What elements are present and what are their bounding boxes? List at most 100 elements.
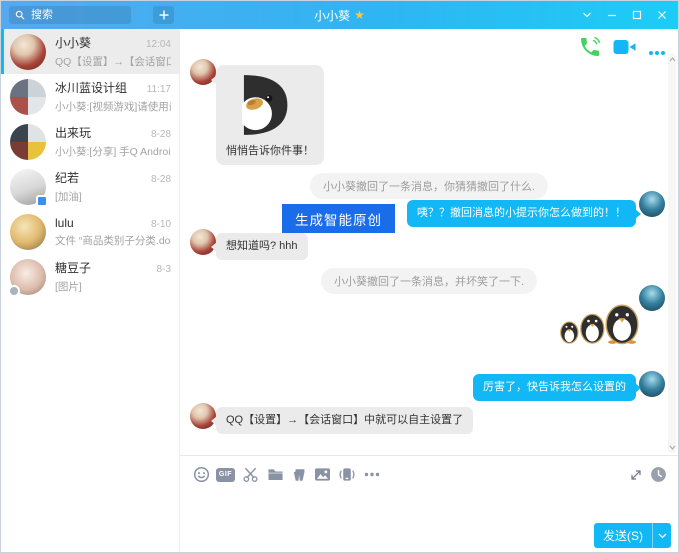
chevron-down-icon — [658, 533, 667, 539]
conversation-item-lulu[interactable]: lulu 8-10 文件 “商品类别子分类.docx” — [1, 209, 179, 254]
contact-name: 冰川蓝设计组 — [55, 79, 127, 96]
conversation-title: 小小葵 — [314, 7, 350, 24]
send-button-group: 发送(S) — [594, 523, 671, 548]
minimize-icon — [607, 10, 617, 20]
avatar — [10, 169, 46, 205]
more-dots-icon — [364, 472, 380, 477]
scroll-down-arrow-icon[interactable] — [668, 442, 676, 452]
plus-icon — [159, 10, 169, 20]
search-box[interactable] — [9, 6, 131, 24]
send-button[interactable]: 发送(S) — [594, 523, 652, 548]
send-image-button[interactable] — [313, 465, 332, 484]
system-recall-message: 小小葵撤回了一条消息，你猜猜撤回了什么. — [310, 173, 548, 199]
message-preview: [图片] — [55, 279, 171, 294]
sent-message: 厉害了，快告诉我怎么设置的 — [473, 374, 636, 401]
message-input[interactable] — [180, 484, 678, 519]
avatar — [10, 259, 46, 295]
voice-call-button[interactable] — [578, 35, 602, 64]
search-icon — [15, 10, 25, 20]
message-time: 8-10 — [151, 219, 171, 230]
group-avatar — [10, 124, 46, 160]
send-file-button[interactable] — [266, 465, 285, 484]
close-button[interactable] — [651, 5, 672, 25]
window-shake-button[interactable] — [337, 465, 356, 484]
received-message: QQ【设置】→【会话窗口】中就可以自主设置了 — [216, 407, 473, 434]
emoji-button[interactable] — [192, 465, 211, 484]
conversation-text: 小小葵 12:04 QQ【设置】→【会话窗口】中 — [55, 34, 171, 69]
chat-area: 悄悄告诉你件事！ 小小葵撤回了一条消息，你猜猜撤回了什么. 咦？？撤回消息的小提… — [179, 29, 678, 552]
conversation-item-tangdouzi[interactable]: 糖豆子 8-3 [图片] — [1, 254, 179, 299]
gif-button[interactable]: GIF — [216, 465, 235, 484]
maximize-icon — [632, 10, 642, 20]
video-call-icon — [613, 39, 636, 55]
conversation-list: 小小葵 12:04 QQ【设置】→【会话窗口】中 冰川蓝设计组 11:17 小小… — [1, 29, 179, 552]
image-icon — [314, 467, 331, 482]
video-call-button[interactable] — [613, 39, 636, 60]
message-preview: QQ【设置】→【会话窗口】中 — [55, 54, 171, 69]
file-folder-icon — [267, 467, 284, 482]
message-preview: 小小葵:[分享] 手Q Android端 — [55, 144, 171, 159]
overlay-generate-button[interactable]: 生成智能原创 — [282, 204, 395, 233]
more-dots-icon — [648, 50, 666, 56]
window-controls — [576, 1, 672, 29]
sent-sticker-message — [556, 299, 644, 350]
received-message: 想知道吗? hhh — [216, 233, 308, 260]
system-recall-message: 小小葵撤回了一条消息，并坏笑了一下. — [321, 268, 537, 294]
clothes-icon — [292, 467, 308, 483]
message-history-button[interactable] — [649, 465, 668, 484]
send-options-button[interactable] — [652, 523, 671, 548]
file-badge-icon — [36, 195, 48, 207]
window-shake-icon — [338, 466, 356, 483]
chat-scrollbar[interactable] — [668, 53, 676, 453]
qq-chat-window: 小小葵 ★ — [0, 0, 679, 553]
self-avatar[interactable] — [639, 191, 665, 217]
contact-name: 糖豆子 — [55, 259, 91, 276]
gif-icon: GIF — [216, 468, 235, 482]
titlebar-menu-button[interactable] — [576, 5, 597, 25]
conversation-item-jiruo[interactable]: 纪若 8-28 [加油] — [1, 164, 179, 209]
search-input[interactable] — [29, 8, 125, 22]
sent-message: 咦？？撤回消息的小提示你怎么做到的！！ — [407, 200, 636, 227]
contact-name: 出来玩 — [55, 124, 91, 141]
voice-call-icon — [578, 35, 602, 59]
conversation-text: 出来玩 8-28 小小葵:[分享] 手Q Android端 — [55, 124, 171, 159]
conversation-item-group-play[interactable]: 出来玩 8-28 小小葵:[分享] 手Q Android端 — [1, 119, 179, 164]
message-time: 8-28 — [151, 129, 171, 140]
maximize-button[interactable] — [626, 5, 647, 25]
conversation-text: 冰川蓝设计组 11:17 小小葵:[视频游戏]请使用最新版 — [55, 79, 171, 114]
clothes-button[interactable] — [290, 465, 309, 484]
contact-name: lulu — [55, 216, 74, 230]
message-preview: [加油] — [55, 189, 171, 204]
history-clock-icon — [650, 466, 667, 483]
received-sticker-message: 悄悄告诉你件事！ — [216, 65, 324, 165]
chat-more-button[interactable] — [648, 43, 666, 61]
chevron-down-icon — [582, 11, 592, 19]
peeking-penguin-sticker — [242, 73, 298, 137]
titlebar: 小小葵 ★ — [1, 1, 678, 29]
minimize-button[interactable] — [601, 5, 622, 25]
self-avatar[interactable] — [639, 371, 665, 397]
contact-name: 小小葵 — [55, 34, 91, 51]
expand-input-button[interactable] — [626, 465, 645, 484]
message-time: 8-28 — [151, 174, 171, 185]
emoji-icon — [193, 466, 210, 483]
contact-name: 纪若 — [55, 169, 79, 186]
conversation-item-group-design[interactable]: 冰川蓝设计组 11:17 小小葵:[视频游戏]请使用最新版 — [1, 74, 179, 119]
screenshot-scissors-icon — [242, 466, 259, 483]
message-time: 8-3 — [157, 264, 171, 275]
message-preview: 文件 “商品类别子分类.docx” — [55, 233, 171, 248]
sticker-caption: 悄悄告诉你件事！ — [226, 142, 314, 158]
scroll-up-arrow-icon[interactable] — [668, 54, 676, 64]
avatar — [10, 214, 46, 250]
star-icon: ★ — [354, 8, 365, 22]
conversation-text: lulu 8-10 文件 “商品类别子分类.docx” — [55, 216, 171, 248]
toolbar-more-button[interactable] — [362, 465, 381, 484]
add-button[interactable] — [153, 6, 174, 24]
conversation-item-xiaoxiaokui[interactable]: 小小葵 12:04 QQ【设置】→【会话窗口】中 — [1, 29, 179, 74]
message-time: 12:04 — [146, 39, 171, 50]
screenshot-button[interactable] — [241, 465, 260, 484]
send-label: 发送(S) — [603, 527, 643, 544]
conversation-text: 纪若 8-28 [加油] — [55, 169, 171, 204]
message-time: 11:17 — [147, 84, 171, 95]
input-divider — [180, 455, 678, 456]
